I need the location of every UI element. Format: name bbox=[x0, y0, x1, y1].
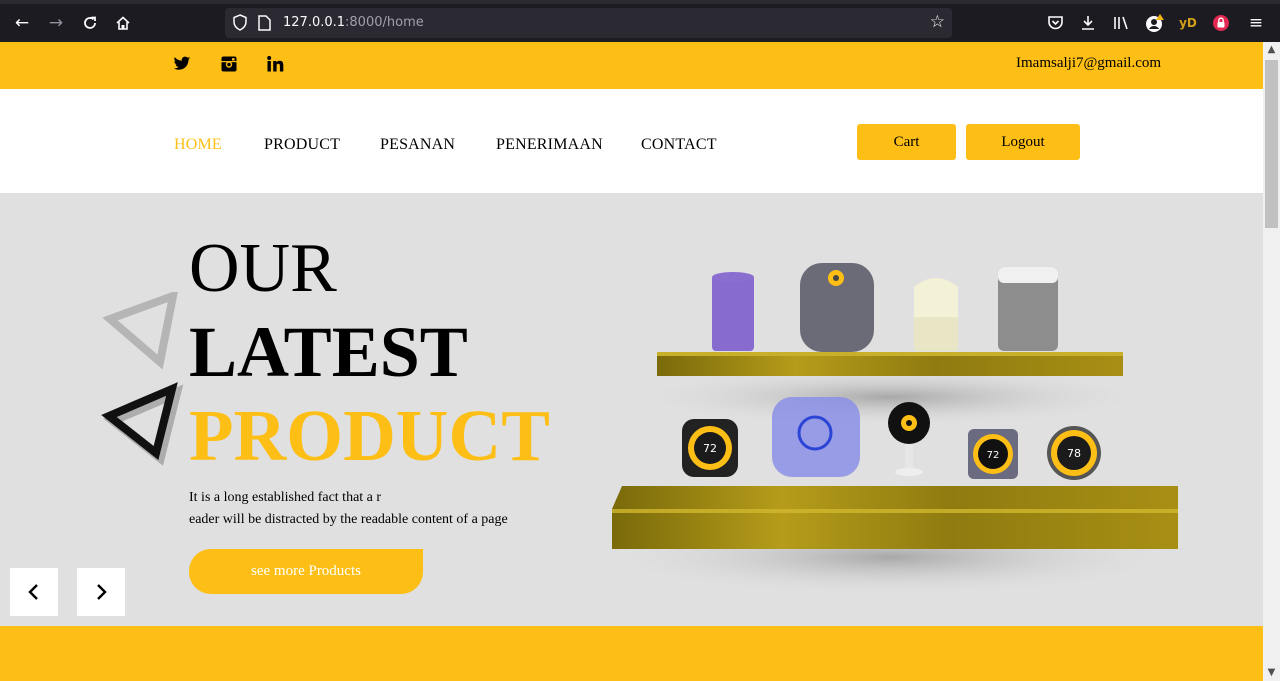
scrollbar-thumb[interactable] bbox=[1265, 60, 1278, 228]
menu-icon[interactable]: ≡ bbox=[1245, 12, 1267, 34]
page-scrollbar[interactable]: ▲ ▼ bbox=[1263, 42, 1280, 681]
back-icon[interactable]: ← bbox=[11, 12, 33, 34]
top-info-bar: Imamsalji7@gmail.com bbox=[0, 42, 1263, 89]
product-shelves-image: 72 72 78 bbox=[600, 263, 1180, 597]
nav-penerimaan[interactable]: PENERIMAAN bbox=[496, 136, 603, 154]
white-cylinder-speaker bbox=[914, 278, 958, 351]
address-bar[interactable]: 127.0.0.1:8000/home ☆ bbox=[225, 8, 952, 38]
forward-icon[interactable]: → bbox=[45, 12, 67, 34]
contact-email: Imamsalji7@gmail.com bbox=[1016, 55, 1162, 71]
url-text[interactable]: 127.0.0.1:8000/home bbox=[283, 15, 424, 30]
camera-device bbox=[888, 402, 930, 476]
hero-description-line2: eader will be distracted by the readable… bbox=[189, 512, 508, 527]
cart-button[interactable]: Cart bbox=[857, 124, 956, 160]
shield-icon[interactable] bbox=[232, 14, 248, 36]
thermostat-reading-c: 78 bbox=[1067, 447, 1081, 460]
pocket-icon[interactable] bbox=[1044, 12, 1066, 34]
grey-smart-speaker bbox=[800, 263, 874, 352]
round-thermostat: 78 bbox=[1047, 426, 1101, 480]
account-icon[interactable] bbox=[1144, 12, 1166, 34]
nav-pesanan[interactable]: PESANAN bbox=[380, 136, 455, 154]
decorative-triangles bbox=[101, 292, 184, 466]
hero-title-latest: LATEST bbox=[189, 312, 468, 392]
lock-extension-icon[interactable] bbox=[1210, 12, 1232, 34]
yd-extension-icon[interactable]: yD bbox=[1177, 12, 1199, 34]
logout-button[interactable]: Logout bbox=[966, 124, 1080, 160]
twitter-icon[interactable] bbox=[173, 56, 193, 76]
hero-title-product: PRODUCT bbox=[189, 395, 550, 476]
instagram-icon[interactable] bbox=[221, 56, 241, 76]
hero-description-line1: It is a long established fact that a r bbox=[189, 490, 382, 505]
hero-title-our: OUR bbox=[189, 230, 337, 307]
library-icon[interactable] bbox=[1110, 12, 1132, 34]
nav-product[interactable]: PRODUCT bbox=[264, 136, 340, 154]
carousel-prev-button[interactable] bbox=[10, 568, 58, 616]
thermostat-reading-b: 72 bbox=[987, 450, 1000, 461]
white-sonos-speaker bbox=[998, 267, 1058, 351]
purple-speaker bbox=[712, 272, 754, 351]
page-viewport: Imamsalji7@gmail.com HOME PRODUCT PESANA… bbox=[0, 42, 1263, 681]
nav-contact[interactable]: CONTACT bbox=[641, 136, 717, 154]
thermostat-square-display: 72 bbox=[968, 429, 1018, 479]
bookmark-star-icon[interactable]: ☆ bbox=[930, 12, 945, 32]
carousel-next-button[interactable] bbox=[77, 568, 125, 616]
page-icon bbox=[258, 15, 271, 36]
reload-icon[interactable] bbox=[79, 12, 101, 34]
see-more-products-button[interactable]: see more Products bbox=[189, 549, 423, 594]
chevron-left-icon bbox=[28, 584, 38, 600]
scroll-up-icon[interactable]: ▲ bbox=[1263, 42, 1280, 58]
download-icon[interactable] bbox=[1077, 12, 1099, 34]
scroll-down-icon[interactable]: ▼ bbox=[1263, 665, 1280, 681]
thermostat-reading-a: 72 bbox=[703, 442, 717, 455]
thermostat-black-square: 72 bbox=[682, 419, 738, 477]
linkedin-icon[interactable] bbox=[267, 56, 287, 76]
blue-glow-device bbox=[772, 397, 860, 477]
home-icon[interactable] bbox=[112, 12, 134, 34]
chevron-right-icon bbox=[97, 584, 107, 600]
footer-band bbox=[0, 626, 1263, 681]
nav-home[interactable]: HOME bbox=[174, 136, 222, 154]
browser-toolbar: ← → 127.0.0.1:8000/home ☆ yD ≡ bbox=[0, 0, 1280, 42]
